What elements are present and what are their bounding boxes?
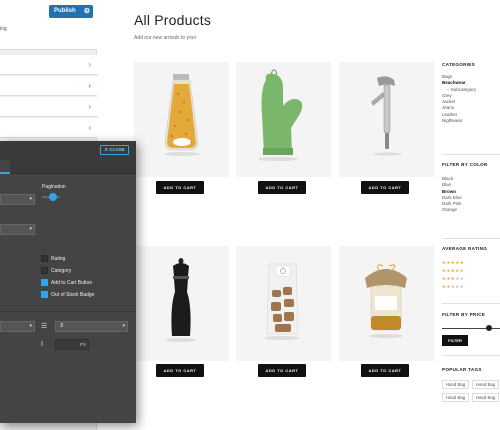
panel-header: ✕ CLOSE xyxy=(0,141,136,174)
columns-value: 3 xyxy=(60,323,64,329)
lines-icon: ☰ xyxy=(41,323,48,330)
pepper-mill-image xyxy=(166,258,196,342)
customizer-section[interactable]: › xyxy=(0,97,97,117)
honey-jar-image xyxy=(365,264,407,338)
style-select[interactable]: ▾ xyxy=(0,224,35,235)
add-to-cart-button[interactable]: ADD TO CART xyxy=(156,364,204,377)
divider xyxy=(442,303,500,304)
rating-3-stars[interactable]: ★★★★★ xyxy=(442,276,464,282)
rating-4-stars[interactable]: ★★★★★ xyxy=(442,268,464,274)
rating-checkbox[interactable] xyxy=(41,255,48,262)
product-card[interactable] xyxy=(339,62,434,177)
category-checkbox[interactable] xyxy=(41,267,48,274)
rating-option-label: Rating xyxy=(51,256,66,262)
add-to-cart-button[interactable]: ADD TO CART xyxy=(361,364,409,377)
tag-chip[interactable]: Hand Bag xyxy=(472,380,500,389)
publish-button[interactable]: Publish ⚙ xyxy=(49,5,93,18)
chevron-right-icon: › xyxy=(88,102,91,111)
rating-2-stars[interactable]: ★★★★★ xyxy=(442,284,464,290)
pasta-jar-image xyxy=(164,74,200,156)
publish-label: Publish xyxy=(54,8,76,14)
add-to-cart-button[interactable]: ADD TO CART xyxy=(258,364,306,377)
px-unit-label: PX xyxy=(80,342,87,347)
average-rating-title: AVERAGE RATING xyxy=(442,246,488,251)
corkscrew-image xyxy=(371,76,401,156)
chevron-right-icon: › xyxy=(88,123,91,132)
product-card[interactable] xyxy=(236,62,331,177)
chevron-down-icon: ▾ xyxy=(29,226,32,232)
tag-chip[interactable]: Hand Bag xyxy=(442,393,470,402)
color-item[interactable]: Orange xyxy=(442,207,462,213)
chevron-right-icon: › xyxy=(88,60,91,69)
layout-select[interactable]: ▾ xyxy=(0,194,35,205)
chevron-down-icon: ▾ xyxy=(29,196,32,202)
pagination-toggle-handle[interactable] xyxy=(49,193,57,201)
categories-list: Bags Beachwear – Subcategory Grey Jacket… xyxy=(442,74,476,124)
chevron-down-icon: ▾ xyxy=(29,323,32,329)
sort-select[interactable]: ▾ xyxy=(0,321,35,332)
category-item[interactable]: – Subcategory xyxy=(442,87,476,93)
divider xyxy=(442,355,500,356)
add-to-cart-checkbox[interactable] xyxy=(41,279,48,286)
out-of-stock-checkbox[interactable] xyxy=(41,291,48,298)
page-subtitle: Add our new arrivals to your xyxy=(134,35,197,41)
price-slider-handle[interactable] xyxy=(486,325,492,331)
product-card[interactable] xyxy=(134,246,229,361)
close-button[interactable]: ✕ CLOSE xyxy=(100,145,129,155)
panel-divider xyxy=(0,311,136,312)
oven-mitt-image xyxy=(258,69,303,161)
customizer-note: ing xyxy=(0,26,7,32)
divider xyxy=(442,238,500,239)
height-icon: Ⅰ xyxy=(41,341,44,348)
filter-color-title: FILTER BY COLOR xyxy=(442,162,488,167)
category-item[interactable]: Nightwear xyxy=(442,118,476,124)
product-card[interactable] xyxy=(236,246,331,361)
filter-button[interactable]: FILTER xyxy=(442,335,468,346)
add-to-cart-button[interactable]: ADD TO CART xyxy=(361,181,409,194)
add-to-cart-button[interactable]: ADD TO CART xyxy=(156,181,204,194)
product-card[interactable] xyxy=(339,246,434,361)
app-root: Publish ⚙ ing › › › › All Products Add o… xyxy=(0,0,500,430)
rating-5-stars[interactable]: ★★★★★ xyxy=(442,260,464,266)
cookie-bag-image xyxy=(265,263,299,340)
customizer-section[interactable]: › xyxy=(0,118,97,138)
divider xyxy=(442,154,500,155)
color-list: Black Blue Brown Dark Blue Dark Pink Ora… xyxy=(442,176,462,214)
add-to-cart-option-label: Add to Cart Button xyxy=(51,280,93,286)
add-to-cart-button[interactable]: ADD TO CART xyxy=(258,181,306,194)
product-card[interactable] xyxy=(134,62,229,177)
categories-title: CATEGORIES xyxy=(442,62,476,67)
tag-chip[interactable]: Hand Bag xyxy=(442,380,470,389)
page-title: All Products xyxy=(134,12,212,28)
tag-chip[interactable]: Hand Bag xyxy=(472,393,500,402)
gear-icon[interactable]: ⚙ xyxy=(84,5,90,18)
out-of-stock-option-label: Out of Stock Badge xyxy=(51,292,95,298)
columns-select[interactable]: 3 ▾ xyxy=(55,321,128,332)
pagination-label: Pagination xyxy=(42,184,66,190)
chevron-down-icon: ▾ xyxy=(122,323,125,329)
category-option-label: Category xyxy=(51,268,72,274)
customizer-section[interactable]: › xyxy=(0,55,97,75)
filter-price-title: FILTER BY PRICE xyxy=(442,312,486,317)
popular-tags-title: POPULAR TAGS xyxy=(442,367,482,372)
panel-tab-active[interactable] xyxy=(0,160,10,174)
customizer-header: Publish ⚙ ing xyxy=(0,0,97,50)
customizer-section[interactable]: › xyxy=(0,76,97,96)
chevron-right-icon: › xyxy=(88,81,91,90)
